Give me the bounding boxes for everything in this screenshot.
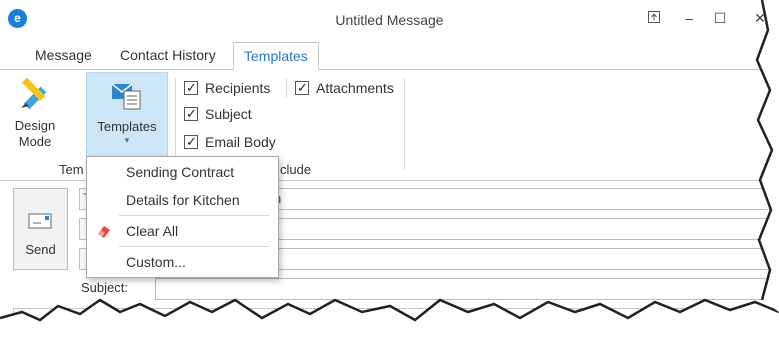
subject-checkbox[interactable]: Subject: [184, 105, 252, 123]
message-window: e Untitled Message – ☐ ✕ Message Contact…: [0, 0, 779, 350]
menu-separator: [119, 246, 269, 247]
subject-check-label: Subject: [205, 106, 252, 122]
design-mode-button[interactable]: Design Mode: [8, 74, 62, 158]
recipients-checkbox[interactable]: Recipients: [184, 79, 270, 97]
email-body-label: Email Body: [205, 134, 276, 150]
attachments-label: Attachments: [316, 80, 394, 96]
group-label-templates: Tem: [59, 162, 84, 177]
ribbon-separator: [404, 78, 405, 170]
send-label: Send: [25, 242, 56, 257]
email-body-editor[interactable]: [13, 308, 779, 350]
attachments-checkbox[interactable]: Attachments: [295, 79, 394, 97]
email-template-icon: [111, 83, 141, 110]
ribbon-tabs: Message Contact History Templates: [0, 42, 779, 70]
group-label-include: clude: [280, 162, 312, 177]
send-button[interactable]: Send: [13, 188, 68, 270]
templates-label: Templates: [97, 119, 157, 134]
recipients-label: Recipients: [205, 80, 271, 96]
design-mode-label: Design Mode: [14, 118, 56, 149]
pin-button[interactable]: [642, 6, 666, 30]
tab-contact-history[interactable]: Contact History: [110, 42, 226, 70]
menu-item-custom[interactable]: Custom...: [87, 249, 278, 275]
checkbox-checked-icon: [184, 79, 198, 97]
checkbox-checked-icon: [184, 133, 198, 151]
ribbon-separator: [286, 78, 287, 98]
close-button[interactable]: ✕: [748, 6, 772, 30]
templates-dropdown-menu: Sending Contract Details for Kitchen Cle…: [86, 156, 279, 278]
checkbox-checked-icon: [184, 105, 198, 123]
tab-templates[interactable]: Templates: [233, 42, 319, 70]
subject-label: Subject:: [81, 280, 128, 295]
checkbox-checked-icon: [295, 79, 309, 97]
minimize-button[interactable]: –: [677, 6, 701, 30]
menu-separator: [119, 215, 269, 216]
menu-item-clear-all[interactable]: Clear All: [87, 218, 278, 244]
pin-icon: [648, 11, 660, 23]
title-bar: e Untitled Message – ☐ ✕: [0, 0, 779, 38]
maximize-button[interactable]: ☐: [708, 6, 732, 30]
templates-button[interactable]: Templates ▾: [86, 72, 168, 158]
menu-item-details-for-kitchen[interactable]: Details for Kitchen: [87, 187, 278, 213]
email-body-checkbox[interactable]: Email Body: [184, 133, 276, 151]
eraser-icon: [98, 226, 110, 238]
subject-field[interactable]: [155, 278, 779, 300]
tab-message[interactable]: Message: [25, 42, 102, 70]
envelope-icon: [28, 213, 52, 229]
clear-all-label: Clear All: [126, 223, 179, 239]
menu-item-sending-contract[interactable]: Sending Contract: [87, 159, 278, 185]
pencil-ruler-icon: [21, 77, 47, 110]
chevron-down-icon: ▾: [124, 135, 130, 145]
